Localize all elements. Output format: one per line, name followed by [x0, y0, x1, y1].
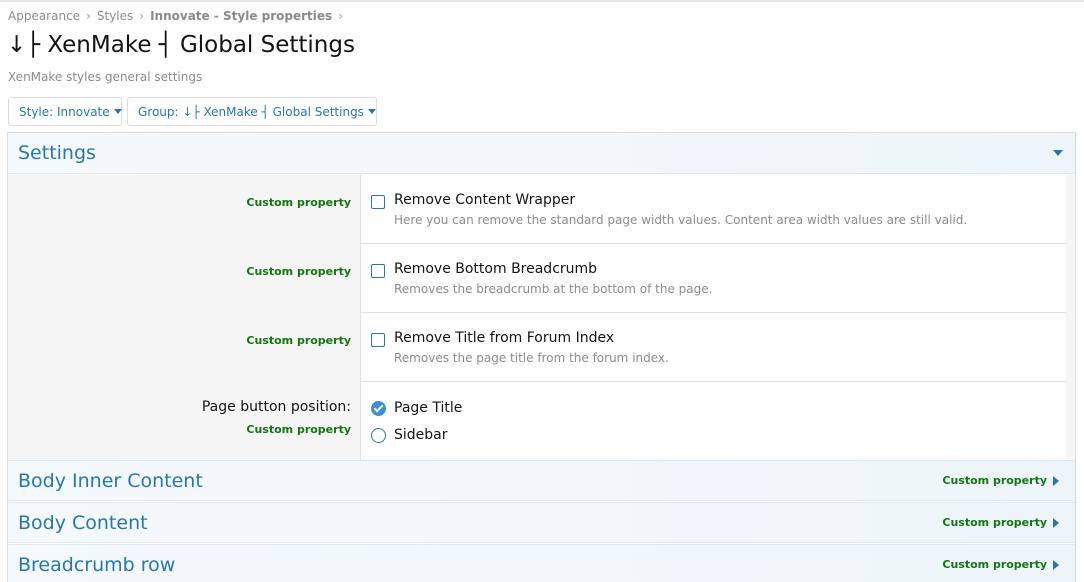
section-title: Breadcrumb row	[18, 553, 176, 576]
caret-down-icon	[367, 109, 376, 114]
option-title[interactable]: Remove Content Wrapper	[394, 192, 967, 208]
breadcrumb-appearance[interactable]: Appearance	[8, 9, 80, 23]
radio-page-title[interactable]: Page Title	[371, 400, 462, 416]
section-title: Body Inner Content	[18, 469, 203, 492]
option-hint: Removes the page title from the forum in…	[394, 351, 669, 365]
page-description: XenMake styles general settings	[8, 70, 203, 84]
style-properties-block: Settings Custom property Remove Content …	[7, 132, 1076, 582]
option-title[interactable]: Remove Bottom Breadcrumb	[394, 261, 712, 277]
row-divider	[360, 312, 1066, 313]
caret-down-icon	[113, 109, 122, 114]
radio-sidebar[interactable]: Sidebar	[371, 427, 448, 443]
property-row-label: Custom property	[246, 329, 351, 348]
radio-label[interactable]: Sidebar	[394, 427, 448, 443]
section-header-body-content[interactable]: Body Content Custom property	[8, 502, 1075, 543]
property-row-label: Custom property	[246, 260, 351, 279]
expand-caret-icon[interactable]	[1053, 517, 1059, 528]
section-header-breadcrumb-row[interactable]: Breadcrumb row Custom property	[8, 544, 1075, 582]
option-remove-content-wrapper: Remove Content Wrapper Here you can remo…	[371, 192, 967, 227]
radio-unchecked-icon[interactable]	[371, 427, 386, 443]
option-hint: Here you can remove the standard page wi…	[394, 213, 968, 227]
group-filter-label: Group: ↓├ XenMake ┤ Global Settings	[138, 104, 364, 119]
breadcrumb-chevron-icon: ›	[338, 9, 343, 23]
section-title: Body Content	[18, 511, 148, 534]
row-divider	[360, 381, 1066, 382]
section-header-settings[interactable]: Settings	[8, 133, 1075, 174]
settings-body: Custom property Remove Content Wrapper H…	[8, 175, 1075, 460]
option-remove-bottom-breadcrumb: Remove Bottom Breadcrumb Removes the bre…	[371, 261, 712, 296]
option-title[interactable]: Remove Title from Forum Index	[394, 330, 669, 346]
custom-property-tag: Custom property	[246, 196, 351, 209]
radio-checked-icon[interactable]	[371, 400, 386, 416]
radio-label[interactable]: Page Title	[394, 400, 462, 416]
expand-caret-icon[interactable]	[1053, 475, 1059, 486]
expand-caret-icon[interactable]	[1053, 559, 1059, 570]
collapse-caret-icon[interactable]	[1053, 150, 1063, 156]
remove-title-forum-index-checkbox[interactable]	[371, 333, 385, 347]
section-title: Settings	[18, 142, 96, 164]
property-row-label: Custom property	[246, 191, 351, 210]
style-filter-label: Style: Innovate	[19, 104, 110, 119]
option-hint: Removes the breadcrumb at the bottom of …	[394, 282, 713, 296]
breadcrumb-chevron-icon: ›	[139, 9, 145, 23]
custom-property-tag: Custom property	[246, 423, 351, 436]
option-remove-title-forum-index: Remove Title from Forum Index Removes th…	[371, 330, 669, 365]
custom-property-tag: Custom property	[942, 558, 1047, 571]
top-edge	[0, 0, 1084, 2]
breadcrumb-chevron-icon: ›	[86, 9, 91, 23]
page-title: ↓├ XenMake ┤ Global Settings	[7, 32, 355, 58]
page-button-position-label: Page button position:	[201, 399, 351, 415]
style-filter-button[interactable]: Style: Innovate	[8, 97, 122, 126]
custom-property-tag: Custom property	[942, 516, 1047, 529]
breadcrumb-styles[interactable]: Styles	[97, 9, 133, 23]
section-header-body-inner-content[interactable]: Body Inner Content Custom property	[8, 460, 1075, 501]
custom-property-tag: Custom property	[942, 474, 1047, 487]
property-row-label: Page button position: Custom property	[202, 399, 351, 437]
group-filter-button[interactable]: Group: ↓├ XenMake ┤ Global Settings	[127, 97, 377, 126]
remove-content-wrapper-checkbox[interactable]	[371, 195, 385, 209]
breadcrumb-style-properties[interactable]: Innovate - Style properties	[150, 9, 332, 23]
remove-bottom-breadcrumb-checkbox[interactable]	[371, 264, 385, 278]
breadcrumb: Appearance › Styles › Innovate - Style p…	[8, 9, 349, 23]
custom-property-tag: Custom property	[246, 265, 351, 278]
custom-property-tag: Custom property	[246, 334, 351, 347]
row-divider	[360, 243, 1066, 244]
